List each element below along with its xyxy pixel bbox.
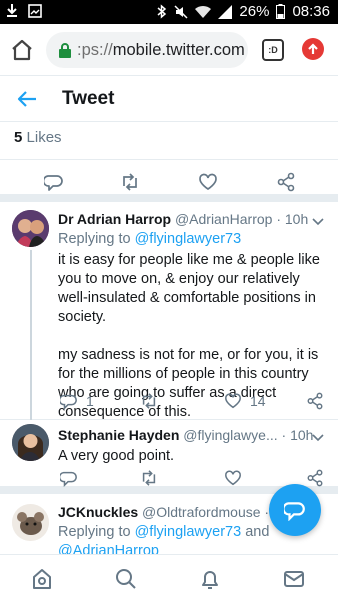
- page-title: Tweet: [62, 88, 115, 109]
- retweet-button[interactable]: [140, 469, 158, 487]
- avatar[interactable]: [12, 424, 49, 461]
- bottom-navigation: [0, 554, 338, 600]
- compose-reply-button[interactable]: [269, 484, 321, 536]
- home-icon[interactable]: [8, 36, 36, 64]
- share-button[interactable]: [306, 469, 324, 487]
- thread-line: [30, 250, 32, 420]
- share-button[interactable]: [306, 392, 324, 410]
- lock-icon: [59, 43, 71, 58]
- reply-actions: 1 14: [58, 392, 326, 412]
- tweet-header: Tweet: [0, 76, 338, 122]
- clock: 08:36: [292, 3, 330, 20]
- likes-count: 5: [14, 129, 23, 146]
- chevron-down-icon[interactable]: [312, 432, 324, 444]
- retweet-button[interactable]: [140, 392, 158, 410]
- wifi-icon: [195, 5, 212, 18]
- image-notification-icon: [28, 4, 42, 18]
- author-name[interactable]: Dr Adrian Harrop: [58, 211, 171, 227]
- share-icon: [307, 469, 323, 487]
- url-text: :ps://mobile.twitter.com: [77, 40, 245, 59]
- likes-label: Likes: [26, 129, 62, 146]
- mention-link[interactable]: @flyinglawyer73: [135, 524, 242, 540]
- reply-icon[interactable]: [44, 172, 64, 192]
- author-handle[interactable]: @Oldtrafordmouse: [142, 504, 260, 520]
- share-icon[interactable]: [276, 172, 296, 192]
- download-icon: [7, 4, 17, 17]
- avatar[interactable]: [12, 210, 49, 247]
- battery-percent: 26%: [239, 3, 270, 20]
- tabs-button[interactable]: :D: [262, 39, 284, 61]
- replying-to: Replying to @flyinglawyer73: [58, 231, 242, 247]
- reply-button[interactable]: 1: [60, 392, 94, 410]
- reply-icon: [60, 471, 77, 487]
- mention-link[interactable]: @flyinglawyer73: [135, 231, 242, 247]
- status-bar: 26% 08:36: [0, 0, 338, 24]
- signal-icon: [218, 4, 233, 19]
- timestamp: · 10h: [281, 427, 314, 443]
- author-name[interactable]: JCKnuckles: [58, 504, 138, 520]
- browser-toolbar: :ps://mobile.twitter.com :D: [0, 24, 338, 76]
- reply-meta: Dr Adrian Harrop @AdrianHarrop · 10h: [58, 211, 326, 227]
- search-icon[interactable]: [114, 567, 138, 591]
- avatar[interactable]: [12, 504, 49, 541]
- notifications-bell-icon[interactable]: [198, 567, 222, 591]
- reply-button[interactable]: [60, 469, 78, 487]
- tweet-text: A very good point.: [58, 448, 175, 464]
- likes-count-row[interactable]: 5 Likes: [0, 122, 338, 160]
- chevron-down-icon[interactable]: [312, 216, 324, 228]
- bluetooth-icon: [157, 4, 167, 19]
- battery-icon: [276, 4, 286, 19]
- share-icon: [307, 392, 323, 410]
- retweet-icon: [142, 470, 156, 486]
- retweet-icon[interactable]: [120, 172, 140, 192]
- like-heart-icon: [225, 393, 241, 409]
- author-name[interactable]: Stephanie Hayden: [58, 427, 179, 443]
- mute-icon: [174, 4, 188, 19]
- retweet-icon: [142, 393, 156, 409]
- tweet-actions: [0, 160, 338, 202]
- like-button[interactable]: 14: [224, 392, 266, 410]
- like-heart-icon[interactable]: [198, 172, 218, 192]
- back-arrow-icon[interactable]: [16, 88, 38, 110]
- like-heart-icon: [225, 470, 241, 486]
- messages-mail-icon[interactable]: [282, 567, 306, 591]
- author-handle[interactable]: @flyinglawye...: [183, 427, 277, 443]
- reply-tweet[interactable]: Dr Adrian Harrop @AdrianHarrop · 10h Rep…: [0, 202, 338, 420]
- reply-meta: Stephanie Hayden @flyinglawye... · 10h: [58, 427, 326, 443]
- like-count: 14: [250, 393, 266, 409]
- reply-content: Dr Adrian Harrop @AdrianHarrop · 10h Rep…: [58, 211, 326, 422]
- reply-content: Stephanie Hayden @flyinglawye... · 10h A…: [58, 427, 326, 466]
- reply-icon: [284, 502, 305, 521]
- reply-tweet[interactable]: Stephanie Hayden @flyinglawye... · 10h A…: [0, 420, 338, 494]
- update-icon[interactable]: [302, 38, 324, 60]
- like-button[interactable]: [224, 469, 242, 487]
- author-handle[interactable]: @AdrianHarrop: [175, 211, 272, 227]
- address-bar[interactable]: :ps://mobile.twitter.com: [46, 32, 248, 68]
- home-icon[interactable]: [30, 567, 54, 591]
- reply-count: 1: [86, 393, 94, 409]
- timestamp: · 10h: [276, 211, 309, 227]
- reply-icon: [60, 394, 77, 410]
